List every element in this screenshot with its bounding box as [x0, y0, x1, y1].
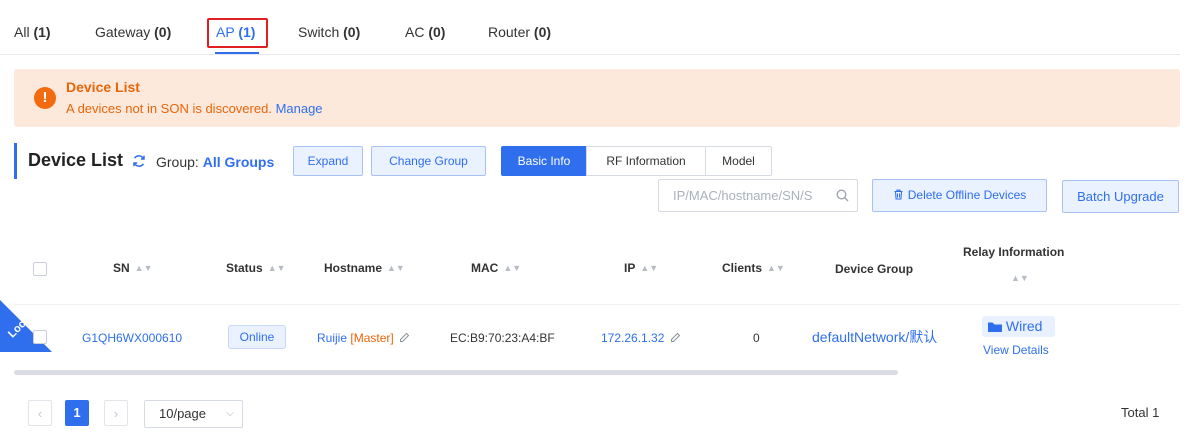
sort-icon: ▲▼ [387, 263, 405, 273]
device-type-tabs: All (1) Gateway (0) AP (1) Switch (0) AC… [0, 0, 1180, 55]
hostname-cell: Ruijie [Master] [317, 331, 410, 345]
trash-icon [894, 189, 903, 200]
column-header-device-group: Device Group [835, 262, 914, 276]
group-label: Group: [156, 154, 199, 170]
tab-count: (0) [428, 24, 446, 40]
header-divider [14, 304, 1180, 305]
device-search [658, 179, 858, 212]
column-header-relay-information[interactable]: Relay Information ▲▼ [963, 245, 1065, 283]
ip-value[interactable]: 172.26.1.32 [601, 331, 664, 345]
group-filter[interactable]: Group: All Groups [156, 154, 274, 170]
active-tab-highlight-box [207, 18, 268, 48]
delete-offline-devices-button[interactable]: Delete Offline Devices [872, 179, 1047, 212]
clients-cell: 0 [753, 331, 760, 345]
tab-ac[interactable]: AC (0) [405, 24, 445, 40]
header-label: Clients [722, 261, 763, 275]
tab-label: Gateway [95, 24, 151, 40]
tab-all[interactable]: All (1) [14, 24, 51, 40]
sort-icon: ▲▼ [134, 263, 153, 273]
master-tag: [Master] [350, 331, 394, 345]
select-all-checkbox[interactable] [33, 262, 47, 276]
wired-relay-badge: Wired [982, 316, 1055, 337]
header-label: Relay Information [963, 245, 1065, 259]
mac-cell: EC:B9:70:23:A4:BF [450, 331, 555, 345]
horizontal-scrollbar[interactable] [14, 370, 898, 375]
column-header-ip[interactable]: IP ▲▼ [624, 261, 658, 275]
alert-message: A devices not in SON is discovered. Mana… [66, 101, 323, 116]
local-corner-badge: Local [0, 300, 60, 360]
tab-label: Router [488, 24, 531, 40]
view-details-link[interactable]: View Details [983, 343, 1049, 357]
relay-label: Wired [1005, 318, 1043, 334]
tab-label: All [14, 24, 30, 40]
header-label: SN [113, 261, 130, 275]
page-size-select[interactable]: 10/page ⌵ [144, 400, 243, 428]
page-title: Device List [28, 150, 124, 170]
discovery-alert: ! Device List A devices not in SON is di… [14, 69, 1180, 127]
section-accent-bar [14, 143, 17, 179]
search-icon[interactable] [836, 189, 849, 202]
alert-title: Device List [66, 79, 140, 95]
tab-count: (0) [343, 24, 361, 40]
active-tab-underline [215, 52, 259, 54]
column-header-mac[interactable]: MAC ▲▼ [471, 261, 521, 275]
header-label: MAC [471, 261, 499, 275]
total-count: Total 1 [1121, 405, 1160, 420]
folder-icon [988, 322, 1002, 332]
column-header-status[interactable]: Status ▲▼ [226, 261, 286, 275]
sort-icon: ▲▼ [1011, 273, 1029, 283]
tab-label: AC [405, 24, 425, 40]
next-page-button[interactable]: › [104, 400, 128, 426]
device-group-link[interactable]: defaultNetwork/默认 [812, 327, 937, 347]
header-label: IP [624, 261, 636, 275]
sort-icon: ▲▼ [503, 263, 522, 273]
hostname-value[interactable]: Ruijie [317, 331, 347, 345]
search-input[interactable] [673, 180, 838, 211]
page-size-value: 10/page [159, 406, 206, 421]
tab-basic-info[interactable]: Basic Info [501, 146, 587, 176]
warning-icon: ! [34, 87, 56, 109]
manage-link[interactable]: Manage [276, 101, 323, 116]
edit-icon[interactable] [399, 332, 410, 343]
header-label: Status [226, 261, 263, 275]
column-header-sn[interactable]: SN ▲▼ [113, 261, 153, 275]
sort-icon: ▲▼ [267, 263, 286, 273]
row-checkbox[interactable] [33, 330, 47, 344]
prev-page-button[interactable]: ‹ [28, 400, 52, 426]
group-value[interactable]: All Groups [203, 154, 275, 170]
header-label: Hostname [324, 261, 383, 275]
tab-model[interactable]: Model [705, 146, 772, 176]
sort-icon: ▲▼ [640, 263, 659, 273]
tab-switch[interactable]: Switch (0) [298, 24, 360, 40]
device-sn-link[interactable]: G1QH6WX000610 [82, 331, 182, 345]
column-header-clients[interactable]: Clients ▲▼ [722, 261, 785, 275]
batch-upgrade-button[interactable]: Batch Upgrade [1062, 180, 1179, 213]
refresh-icon[interactable] [132, 154, 146, 168]
alert-message-text: A devices not in SON is discovered. [66, 101, 272, 116]
tab-count: (1) [33, 24, 51, 40]
tab-router[interactable]: Router (0) [488, 24, 551, 40]
tab-gateway[interactable]: Gateway (0) [95, 24, 171, 40]
expand-button[interactable]: Expand [293, 146, 363, 176]
tab-count: (0) [533, 24, 552, 40]
chevron-down-icon: ⌵ [226, 408, 234, 419]
page-1-button[interactable]: 1 [65, 400, 89, 426]
tab-count: (0) [154, 24, 172, 40]
tab-label: Switch [298, 24, 340, 40]
sort-icon: ▲▼ [767, 263, 785, 273]
change-group-button[interactable]: Change Group [371, 146, 486, 176]
edit-icon[interactable] [670, 332, 681, 343]
ip-cell: 172.26.1.32 [601, 331, 681, 345]
delete-offline-label: Delete Offline Devices [907, 188, 1027, 202]
tab-rf-information[interactable]: RF Information [586, 146, 706, 176]
column-header-hostname[interactable]: Hostname ▲▼ [324, 261, 405, 275]
status-badge: Online [228, 325, 286, 349]
